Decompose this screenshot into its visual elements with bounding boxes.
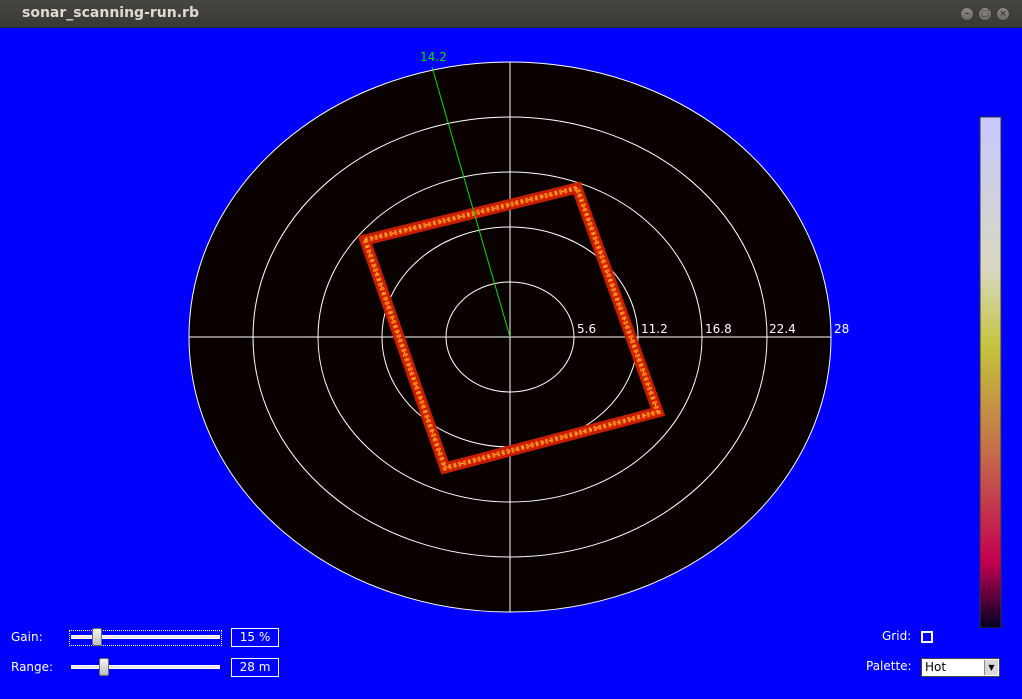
ring-label: 11.2 [641,322,668,336]
range-label: Range: [11,660,54,674]
gain-value[interactable]: 15 % [231,628,279,647]
palette-selected-value: Hot [925,660,947,674]
range-slider-track [71,665,220,669]
scan-beam-label: 14.2 [420,50,447,64]
palette-label: Palette: [866,659,912,673]
chevron-down-icon[interactable]: ▼ [984,660,998,675]
ring-label: 16.8 [705,322,732,336]
ring-label: 5.6 [577,322,596,336]
minimize-button[interactable]: – [960,7,974,21]
window-title: sonar_scanning-run.rb [22,5,199,21]
grid-checkbox[interactable] [921,631,933,643]
color-scale-bar [979,116,1002,628]
title-bar: sonar_scanning-run.rb – □ × [0,0,1022,28]
palette-select[interactable]: Hot ▼ [921,658,1000,677]
maximize-button[interactable]: □ [978,7,992,21]
ring-label: 22.4 [769,322,796,336]
gain-label: Gain: [11,630,43,644]
range-value[interactable]: 28 m [231,658,279,677]
gain-slider[interactable] [69,628,222,646]
range-slider-handle[interactable] [99,658,109,676]
sonar-display: 14.2 5.6 11.2 16.8 22.4 28 [188,50,1002,628]
close-button[interactable]: × [996,7,1010,21]
ring-label: 28 [834,322,849,336]
range-slider[interactable] [71,658,220,676]
grid-label: Grid: [882,629,912,643]
gain-slider-handle[interactable] [92,628,102,646]
